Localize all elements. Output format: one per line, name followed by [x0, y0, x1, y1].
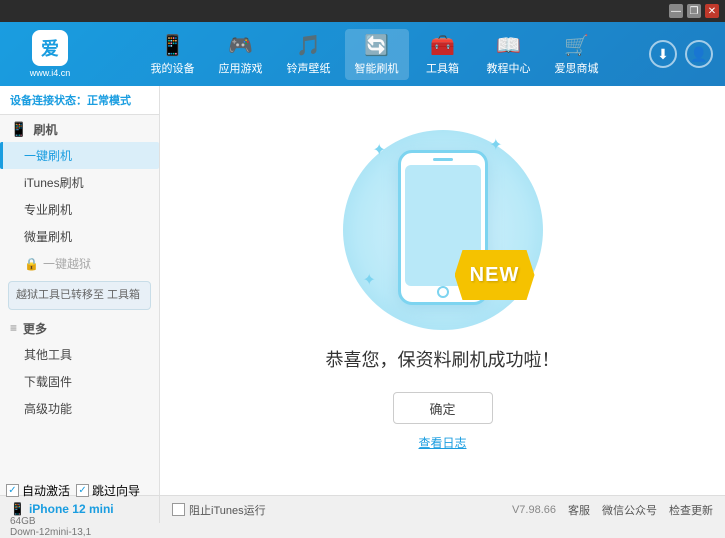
- flash-section-icon: 📱: [10, 121, 27, 138]
- more-section-icon: ≡: [10, 321, 17, 335]
- device-info: 📱 iPhone 12 mini 64GB Down-12mini-13,1: [10, 502, 153, 538]
- header-actions: ⬇ 👤: [649, 40, 725, 68]
- more-section-label: 更多: [23, 320, 47, 337]
- more-items: 其他工具下载固件高级功能: [0, 341, 159, 422]
- nav-item-ringtones[interactable]: 🎵 铃声壁纸: [277, 29, 341, 80]
- content-area: NEW ✦ ✦ ✦ 恭喜您，保资料刷机成功啦！ 确定 查看日志: [160, 86, 725, 495]
- sparkle-3: ✦: [363, 270, 376, 290]
- more-section-header: ≡ 更多: [0, 314, 159, 341]
- bottom-content: 阻止iTunes运行 V7.98.66 客服 微信公众号 检查更新: [160, 502, 725, 518]
- checkbox-1-icon: ✓: [6, 484, 19, 497]
- checkbox-2-icon: ✓: [76, 484, 89, 497]
- apps-games-label: 应用游戏: [219, 60, 263, 76]
- new-badge-text: NEW: [470, 264, 520, 287]
- device-firmware: Down-12mini-13,1: [10, 527, 153, 538]
- sparkle-2: ✦: [489, 135, 502, 155]
- sidebar-item-other-tools[interactable]: 其他工具: [0, 341, 159, 368]
- view-log-link[interactable]: 查看日志: [418, 434, 466, 451]
- sidebar-item-one-key-flash[interactable]: 一键刷机: [0, 142, 159, 169]
- shop-icon: 🛒: [564, 33, 589, 58]
- nav-item-shop[interactable]: 🛒 爱思商城: [545, 29, 609, 80]
- sidebar-item-download-firmware[interactable]: 下载固件: [0, 368, 159, 395]
- nav-item-toolbox[interactable]: 🧰 工具箱: [413, 29, 473, 80]
- success-message: 恭喜您，保资料刷机成功啦！: [326, 346, 560, 372]
- skip-wizard-label: 跳过向导: [92, 482, 140, 499]
- status-value: 正常模式: [87, 95, 131, 107]
- connection-status: 设备连接状态：正常模式: [0, 86, 159, 115]
- update-link[interactable]: 检查更新: [669, 502, 713, 518]
- ringtones-label: 铃声壁纸: [287, 60, 331, 76]
- success-illustration: NEW ✦ ✦ ✦: [343, 130, 543, 330]
- sidebar-item-pro-flash[interactable]: 专业刷机: [0, 196, 159, 223]
- itunes-label: 阻止iTunes运行: [189, 502, 266, 518]
- smart-flash-label: 智能刷机: [355, 60, 399, 76]
- itunes-checkbox-icon: [172, 503, 185, 516]
- info-text: 越狱工具已转移至 工具箱: [16, 289, 140, 301]
- lock-icon: 🔒: [24, 257, 39, 271]
- nav-item-apps-games[interactable]: 🎮 应用游戏: [209, 29, 273, 80]
- auto-activate-checkbox[interactable]: ✓ 自动激活: [6, 482, 70, 499]
- main-area: 设备连接状态：正常模式 📱 刷机 一键刷机iTunes刷机专业刷机微量刷机 🔒 …: [0, 86, 725, 495]
- download-button[interactable]: ⬇: [649, 40, 677, 68]
- header: 爱 www.i4.cn 📱 我的设备 🎮 应用游戏 🎵 铃声壁纸 🔄 智能刷机 🧰 工具箱 📖 教程中…: [0, 22, 725, 86]
- jailbreak-label: 一键越狱: [43, 255, 91, 272]
- phone-speaker: [433, 158, 453, 161]
- device-name: iPhone 12 mini: [29, 502, 114, 516]
- toolbox-icon: 🧰: [430, 33, 455, 58]
- tutorials-label: 教程中心: [487, 60, 531, 76]
- service-link[interactable]: 客服: [568, 502, 590, 518]
- toolbox-label: 工具箱: [426, 60, 459, 76]
- titlebar: — ❐ ✕: [0, 0, 725, 22]
- version-text: V7.98.66: [512, 504, 556, 516]
- sidebar-items: 一键刷机iTunes刷机专业刷机微量刷机: [0, 142, 159, 250]
- itunes-running-control[interactable]: 阻止iTunes运行: [172, 502, 266, 518]
- restore-button[interactable]: ❐: [687, 4, 701, 18]
- bottom-links: V7.98.66 客服 微信公众号 检查更新: [512, 502, 713, 518]
- sidebar-item-save-flash[interactable]: 微量刷机: [0, 223, 159, 250]
- logo[interactable]: 爱 www.i4.cn: [0, 30, 100, 78]
- nav-item-smart-flash[interactable]: 🔄 智能刷机: [345, 29, 409, 80]
- bottom-sidebar: ✓ 自动激活 ✓ 跳过向导 📱 iPhone 12 mini 64GB Down…: [0, 496, 160, 523]
- shop-label: 爱思商城: [555, 60, 599, 76]
- jailbreak-info: 越狱工具已转移至 工具箱: [8, 281, 151, 310]
- device-storage: 64GB: [10, 516, 153, 527]
- nav-bar: 📱 我的设备 🎮 应用游戏 🎵 铃声壁纸 🔄 智能刷机 🧰 工具箱 📖 教程中心 🛒 爱思商城: [100, 29, 649, 80]
- sidebar-item-itunes-flash[interactable]: iTunes刷机: [0, 169, 159, 196]
- flash-section-label: 刷机: [33, 121, 57, 138]
- auto-activate-label: 自动激活: [22, 482, 70, 499]
- my-device-label: 我的设备: [151, 60, 195, 76]
- my-device-icon: 📱: [160, 33, 185, 58]
- close-button[interactable]: ✕: [705, 4, 719, 18]
- phone-home-button: [437, 286, 449, 298]
- wechat-link[interactable]: 微信公众号: [602, 502, 657, 518]
- nav-item-tutorials[interactable]: 📖 教程中心: [477, 29, 541, 80]
- minimize-button[interactable]: —: [669, 4, 683, 18]
- logo-icon: 爱: [32, 30, 68, 66]
- skip-wizard-checkbox[interactable]: ✓ 跳过向导: [76, 482, 140, 499]
- logo-url: www.i4.cn: [30, 68, 71, 78]
- apps-games-icon: 🎮: [228, 33, 253, 58]
- ringtones-icon: 🎵: [296, 33, 321, 58]
- jailbreak-disabled: 🔒 一键越狱: [0, 250, 159, 277]
- tutorials-icon: 📖: [496, 33, 521, 58]
- new-badge: NEW: [455, 250, 535, 300]
- nav-item-my-device[interactable]: 📱 我的设备: [141, 29, 205, 80]
- sidebar: 设备连接状态：正常模式 📱 刷机 一键刷机iTunes刷机专业刷机微量刷机 🔒 …: [0, 86, 160, 495]
- sparkle-1: ✦: [373, 140, 386, 160]
- smart-flash-icon: 🔄: [364, 33, 389, 58]
- phone-icon: 📱: [10, 502, 25, 516]
- flash-section-header: 📱 刷机: [0, 115, 159, 142]
- bottom-bar: ✓ 自动激活 ✓ 跳过向导 📱 iPhone 12 mini 64GB Down…: [0, 495, 725, 523]
- status-label: 设备连接状态：: [10, 95, 87, 107]
- user-button[interactable]: 👤: [685, 40, 713, 68]
- sidebar-item-advanced[interactable]: 高级功能: [0, 395, 159, 422]
- confirm-button[interactable]: 确定: [393, 392, 493, 424]
